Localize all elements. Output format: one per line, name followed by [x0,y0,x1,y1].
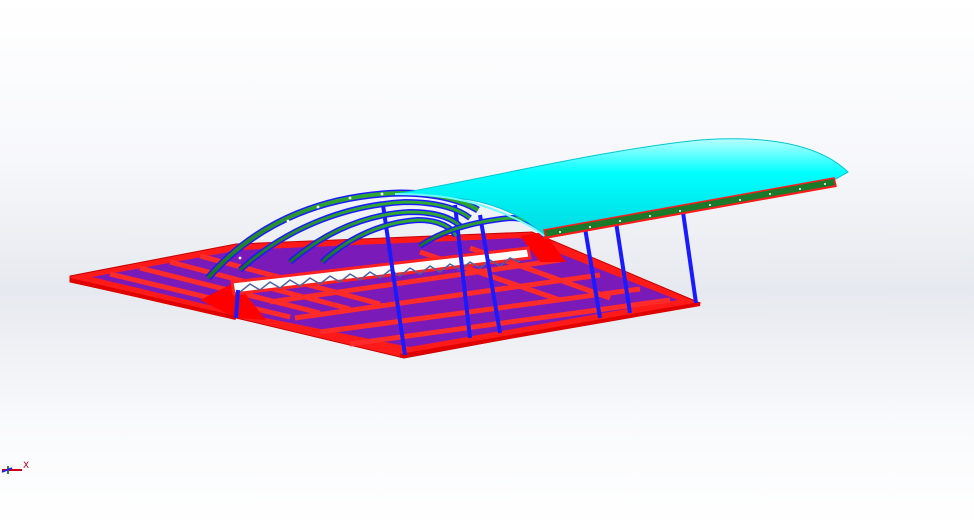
canopy-model[interactable] [0,0,974,528]
coordinate-triad-icon [1,466,22,474]
floor-platform [69,231,702,359]
roof-panel [394,138,849,239]
cad-viewport[interactable]: X [0,0,974,528]
triad-x-label: X [23,461,30,471]
